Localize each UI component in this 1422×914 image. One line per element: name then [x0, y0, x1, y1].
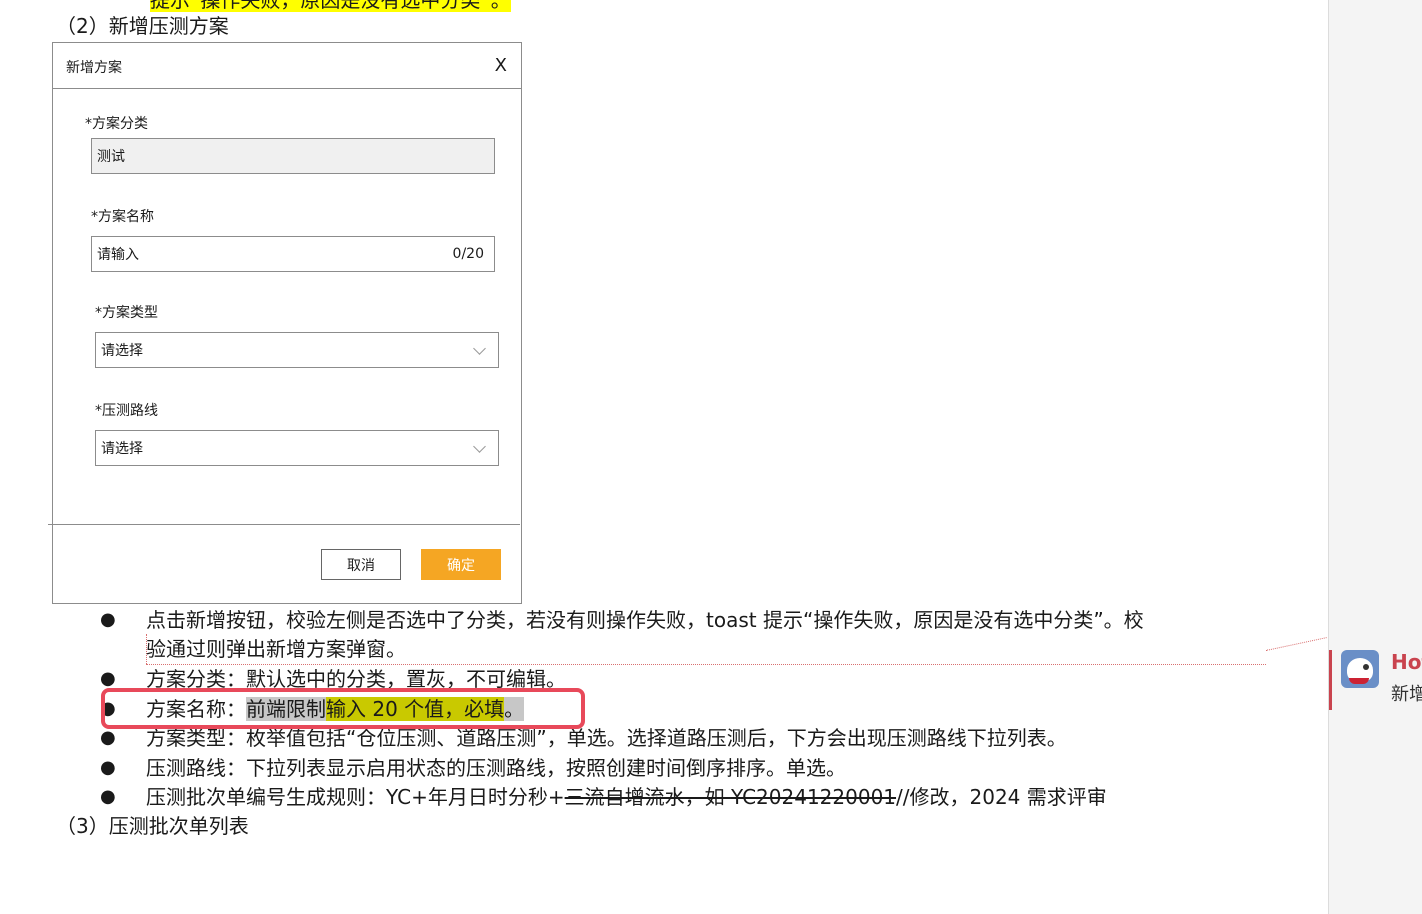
strikethrough-code: YC20241220001	[730, 785, 897, 809]
avatar-mouth	[1349, 678, 1369, 684]
comment-connector-diagonal	[1265, 637, 1327, 651]
comment-author[interactable]: Hot	[1391, 650, 1422, 674]
section-heading-3: （3）压测批次单列表	[56, 814, 249, 838]
red-annotation-box	[101, 688, 585, 729]
comment-pane: Hot 新增	[1328, 0, 1422, 914]
chevron-down-icon	[473, 440, 486, 453]
plan-name-label: *方案名称	[91, 209, 154, 225]
strikethrough-text: 三流自增流水，如	[564, 785, 731, 809]
plan-category-field: 测试	[91, 138, 495, 174]
list-item-text: 压测路线：下拉列表显示启用状态的压测路线，按照创建时间倒序排序。单选。	[146, 756, 846, 780]
list-item-continuation: 验通过则弹出新增方案弹窗。	[146, 637, 406, 661]
plan-category-label: *方案分类	[85, 116, 148, 132]
chevron-down-icon	[473, 342, 486, 355]
dialog-footer-divider	[48, 524, 520, 525]
test-route-select[interactable]: 请选择	[95, 430, 499, 466]
test-route-label: *压测路线	[95, 403, 158, 419]
avatar[interactable]	[1341, 650, 1379, 688]
dialog-header-divider	[53, 88, 521, 89]
comment-text[interactable]: 新增	[1391, 680, 1422, 706]
list-item-text: 点击新增按钮，校验左侧是否选中了分类，若没有则操作失败，toast 提示“操作失…	[146, 608, 1144, 632]
bullet-icon: ●	[100, 757, 116, 778]
add-plan-dialog: 新增方案 X *方案分类 测试 *方案名称 请输入 0/20 *方案类型 请选择…	[48, 42, 522, 604]
section-heading-2: （2）新增压测方案	[56, 14, 229, 38]
plan-type-placeholder: 请选择	[101, 343, 143, 359]
test-route-placeholder: 请选择	[101, 441, 143, 457]
bullet-icon: ●	[100, 786, 116, 807]
rule-prefix: 压测批次单编号生成规则：YC+年月日时分秒+	[146, 785, 565, 809]
plan-type-select[interactable]: 请选择	[95, 332, 499, 368]
dialog-title: 新增方案	[66, 60, 122, 76]
cancel-button[interactable]: 取消	[321, 549, 401, 580]
avatar-nose	[1363, 664, 1369, 670]
plan-name-placeholder: 请输入	[97, 247, 139, 263]
rule-suffix: //修改，2024 需求评审	[896, 785, 1107, 809]
comment-marker	[1329, 650, 1332, 710]
top-line-text: 提示“操作失败，原因是没有选中分类”。	[150, 0, 511, 12]
list-item-text: 压测批次单编号生成规则：YC+年月日时分秒+三流自增流水，如 YC2024122…	[146, 783, 1107, 811]
plan-category-value: 测试	[97, 149, 125, 165]
bullet-icon: ●	[100, 609, 116, 630]
confirm-button[interactable]: 确定	[421, 549, 501, 580]
char-counter: 0/20	[452, 246, 484, 262]
close-icon[interactable]: X	[495, 55, 507, 76]
plan-type-label: *方案类型	[95, 305, 158, 321]
plan-name-input[interactable]: 请输入 0/20	[91, 236, 495, 272]
